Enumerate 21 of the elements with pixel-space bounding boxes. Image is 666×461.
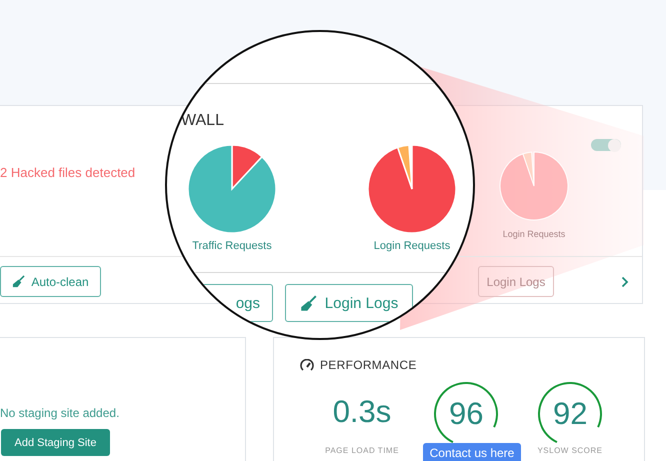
broom-icon [300, 294, 317, 312]
empty-message: No staging site added. [0, 406, 120, 420]
chart-label: Login Requests [502, 229, 566, 239]
broom-icon [12, 275, 26, 288]
metric-value: 0.3s [332, 393, 392, 431]
chart-label: Login Requests [374, 240, 450, 252]
alert-text: 2 Hacked files detected [0, 165, 136, 180]
login-logs-button[interactable]: Login Logs [478, 266, 554, 297]
section-title: PERFORMANCE [320, 358, 417, 372]
card-title: WALL [181, 112, 224, 130]
toggle-switch[interactable] [591, 139, 621, 151]
auto-clean-button[interactable]: Auto-clean [0, 266, 101, 297]
chevron-right-icon[interactable] [621, 276, 629, 288]
metric-label: PAGE LOAD TIME [325, 446, 399, 455]
metric-label: YSLOW SCORE [537, 446, 603, 455]
pie-chart [499, 151, 569, 221]
gauge-icon [300, 359, 314, 371]
add-staging-site-button[interactable]: Add Staging Site [1, 429, 110, 456]
login-logs-button[interactable]: Login Logs [285, 284, 413, 322]
contact-button[interactable]: Contact us here [423, 443, 521, 461]
chart-label: Traffic Requests [192, 240, 272, 252]
